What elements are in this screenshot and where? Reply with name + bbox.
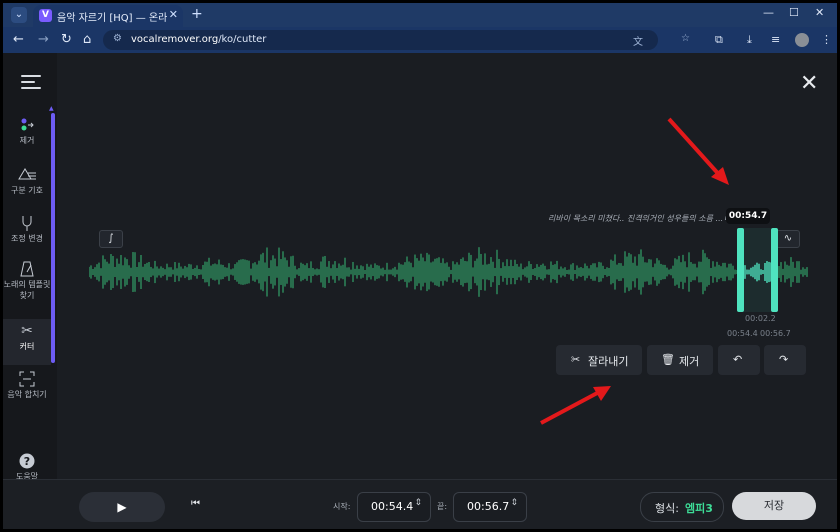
format-label: 형식: bbox=[655, 502, 679, 515]
close-icon[interactable]: ✕ bbox=[800, 71, 818, 96]
browser-tab[interactable]: V 음악 자르기 [HQ] — 온라인 오 ✕ bbox=[33, 5, 183, 27]
sidebar-item-label: 제거 bbox=[19, 136, 35, 145]
sidebar-scrollbar[interactable] bbox=[51, 113, 55, 363]
download-icon[interactable]: ⤓ bbox=[747, 33, 752, 47]
sidebar-item-label: 노래의 템플릿 찾기 bbox=[3, 280, 51, 300]
start-label: 시작: bbox=[333, 502, 351, 511]
extensions-icon[interactable]: ⧉ bbox=[715, 33, 723, 47]
selection-start-handle[interactable] bbox=[737, 228, 744, 312]
metronome-icon bbox=[3, 261, 51, 279]
url-bar[interactable]: ⚙ vocalremover.org/ko/cutter 文 ☆ bbox=[103, 30, 690, 50]
skip-to-start-icon[interactable]: ⏮ bbox=[191, 498, 200, 509]
remove-dots-icon bbox=[3, 117, 51, 135]
selection-end-handle[interactable] bbox=[771, 228, 778, 312]
annotation-arrow-lower bbox=[540, 386, 611, 425]
tuning-fork-icon bbox=[3, 215, 51, 233]
format-value: 엠피3 bbox=[685, 502, 713, 515]
stepper-icon[interactable]: ⇕ bbox=[510, 498, 518, 508]
selection-start-label: 00:54.4 bbox=[727, 329, 758, 338]
end-time-value: 00:56.7 bbox=[467, 500, 510, 513]
reading-list-icon[interactable]: ≡ bbox=[771, 33, 780, 46]
redo-icon: ↷ bbox=[779, 353, 789, 366]
sidebar-item-tempo[interactable]: 노래의 템플릿 찾기 bbox=[3, 261, 51, 301]
selection-duration: 00:02.2 bbox=[745, 314, 776, 323]
cutter-app: ▲ 제거 구분 기호 조정 변경 노래의 템플릿 찾기 ✂ 커터 음악 합치기 … bbox=[3, 53, 837, 529]
remove-button-label: 제거 bbox=[679, 355, 700, 368]
scissors-icon: ✂ bbox=[571, 353, 581, 366]
site-favicon: V bbox=[39, 9, 52, 22]
separator-icon bbox=[3, 167, 51, 185]
cut-button-label: 잘라내기 bbox=[588, 355, 629, 368]
bookmark-star-icon[interactable]: ☆ bbox=[681, 33, 690, 44]
sidebar-item-help[interactable]: ? 도움말 bbox=[3, 453, 51, 482]
sidebar-item-label: 조정 변경 bbox=[11, 234, 43, 243]
trash-icon: 🗑 bbox=[661, 353, 675, 366]
help-icon: ? bbox=[3, 453, 51, 471]
minimize-icon[interactable]: — bbox=[763, 6, 774, 19]
forward-icon[interactable]: → bbox=[38, 32, 49, 47]
scissors-icon: ✂ bbox=[21, 323, 33, 339]
end-label: 끝: bbox=[437, 502, 448, 511]
save-button[interactable]: 저장 bbox=[732, 492, 816, 520]
url-host: vocalremover.org bbox=[131, 34, 219, 45]
tab-close-icon[interactable]: ✕ bbox=[169, 8, 178, 21]
svg-text:?: ? bbox=[24, 455, 30, 468]
position-tooltip: 00:54.7 bbox=[726, 208, 770, 224]
play-button[interactable]: ▶ bbox=[79, 492, 165, 522]
tab-title: 음악 자르기 [HQ] — 온라인 오 bbox=[57, 13, 167, 24]
cut-button[interactable]: ✂ 잘라내기 bbox=[556, 345, 642, 375]
back-icon[interactable]: ← bbox=[13, 32, 24, 47]
remove-button[interactable]: 🗑 제거 bbox=[647, 345, 713, 375]
sidebar-item-label: 구분 기호 bbox=[11, 186, 43, 195]
browser-menu-icon[interactable]: ⋮ bbox=[821, 33, 832, 46]
new-tab-icon[interactable]: + bbox=[191, 6, 203, 22]
hamburger-menu-icon[interactable] bbox=[21, 75, 41, 93]
sidebar-item-label: 음악 합치기 bbox=[7, 390, 47, 399]
browser-window: ⌄ V 음악 자르기 [HQ] — 온라인 오 ✕ + — ☐ ✕ ← → ↻ … bbox=[3, 3, 837, 529]
end-time-input[interactable]: 00:56.7 ⇕ bbox=[453, 492, 527, 522]
annotation-arrow-upper bbox=[667, 117, 729, 185]
sidebar-item-label: 커터 bbox=[19, 342, 35, 351]
profile-avatar[interactable] bbox=[795, 33, 809, 47]
undo-icon: ↶ bbox=[733, 353, 743, 366]
selection-end-label: 00:56.7 bbox=[760, 329, 791, 338]
bottom-bar: ▶ ⏮ 시작: 00:54.4 ⇕ 끝: 00:56.7 ⇕ 형식: 엠피3 저… bbox=[3, 479, 837, 529]
format-selector[interactable]: 형식: 엠피3 bbox=[640, 492, 724, 522]
sidebar-item-remove[interactable]: 제거 bbox=[3, 117, 51, 146]
undo-button[interactable]: ↶ bbox=[718, 345, 760, 375]
sidebar-item-cutter[interactable]: ✂ 커터 bbox=[3, 319, 51, 365]
play-icon: ▶ bbox=[117, 500, 127, 514]
reload-icon[interactable]: ↻ bbox=[61, 32, 72, 47]
url-path: /ko/cutter bbox=[218, 34, 267, 45]
merge-icon bbox=[3, 371, 51, 389]
sidebar-item-joiner[interactable]: 음악 합치기 bbox=[3, 371, 51, 400]
redo-button[interactable]: ↷ bbox=[764, 345, 806, 375]
maximize-icon[interactable]: ☐ bbox=[789, 6, 799, 19]
home-icon[interactable]: ⌂ bbox=[83, 32, 91, 47]
translate-icon[interactable]: 文 bbox=[633, 33, 643, 48]
window-close-icon[interactable]: ✕ bbox=[815, 6, 824, 19]
tab-search-icon[interactable]: ⌄ bbox=[11, 7, 27, 23]
selection-region[interactable] bbox=[743, 228, 771, 312]
start-time-value: 00:54.4 bbox=[371, 500, 414, 513]
address-toolbar: ← → ↻ ⌂ ⚙ vocalremover.org/ko/cutter 文 ☆… bbox=[3, 27, 837, 53]
waveform[interactable] bbox=[89, 243, 809, 301]
tab-bar: ⌄ V 음악 자르기 [HQ] — 온라인 오 ✕ + — ☐ ✕ bbox=[3, 3, 837, 27]
scroll-up-icon[interactable]: ▲ bbox=[49, 105, 54, 112]
site-info-icon[interactable]: ⚙ bbox=[113, 33, 122, 44]
start-time-input[interactable]: 00:54.4 ⇕ bbox=[357, 492, 431, 522]
sidebar: ▲ 제거 구분 기호 조정 변경 노래의 템플릿 찾기 ✂ 커터 음악 합치기 … bbox=[3, 53, 57, 529]
stepper-icon[interactable]: ⇕ bbox=[414, 498, 422, 508]
sidebar-item-pitch[interactable]: 조정 변경 bbox=[3, 215, 51, 244]
sidebar-item-separator[interactable]: 구분 기호 bbox=[3, 167, 51, 196]
